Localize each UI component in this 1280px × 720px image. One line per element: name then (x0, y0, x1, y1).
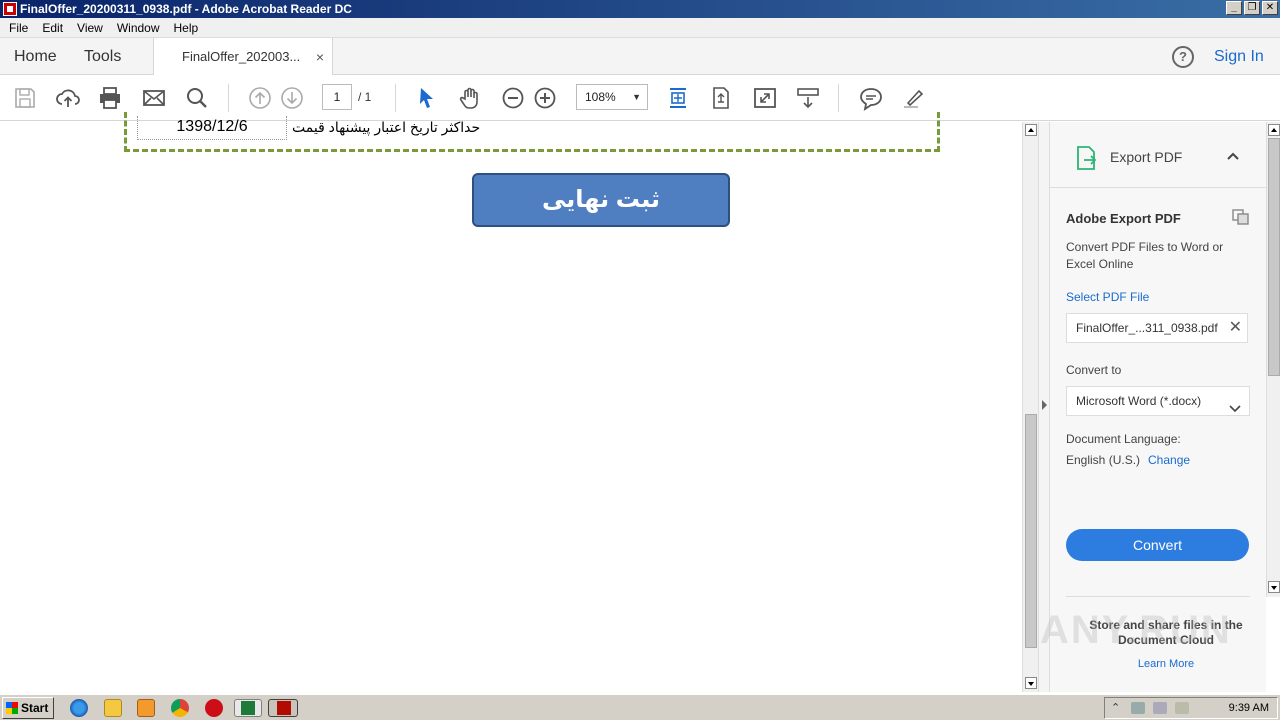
opera-icon[interactable] (205, 699, 223, 717)
upload-cloud-icon[interactable] (55, 85, 81, 111)
panel-scroll-thumb[interactable] (1268, 138, 1280, 376)
export-description: Convert PDF Files to Word or Excel Onlin… (1066, 240, 1224, 271)
excel-taskbar-button[interactable] (234, 699, 262, 717)
zoom-in-icon[interactable] (532, 85, 558, 111)
menu-help[interactable]: Help (167, 21, 206, 35)
email-icon[interactable] (141, 85, 167, 111)
tab-bar: Home Tools FinalOffer_202003... × ? Sign… (0, 38, 1280, 75)
scroll-mode-icon[interactable] (795, 85, 821, 111)
chevron-up-icon[interactable] (1226, 150, 1240, 164)
offer-validity-date-label: حداکثر تاریخ اعتبار پیشنهاد قیمت (292, 119, 481, 135)
media-player-icon[interactable] (137, 699, 155, 717)
page-number-input[interactable]: 1 (322, 84, 352, 110)
tab-document[interactable]: FinalOffer_202003... × (153, 38, 333, 75)
next-page-icon[interactable] (279, 85, 305, 111)
adobe-export-pdf-title: Adobe Export PDF (1066, 211, 1181, 226)
menu-edit[interactable]: Edit (35, 21, 70, 35)
title-bar: FinalOffer_20200311_0938.pdf - Adobe Acr… (0, 0, 1280, 18)
sign-in-link[interactable]: Sign In (1214, 38, 1264, 75)
system-tray: ⌃ 9:39 AM (1104, 697, 1278, 719)
close-tab-icon[interactable]: × (316, 49, 324, 65)
close-window-button[interactable]: ✕ (1262, 1, 1278, 15)
selected-file-name: FinalOffer_...311_0938.pdf (1076, 321, 1218, 335)
clock: 9:39 AM (1228, 702, 1269, 714)
document-language-label: Document Language: (1066, 432, 1181, 446)
zoom-dropdown-icon: ▼ (632, 92, 641, 102)
menu-view[interactable]: View (70, 21, 110, 35)
copy-icon[interactable] (1232, 209, 1250, 228)
export-pdf-icon (1076, 146, 1098, 173)
select-pdf-file-link[interactable]: Select PDF File (1066, 290, 1149, 304)
highlight-pen-icon[interactable] (900, 85, 926, 111)
convert-to-label: Convert to (1066, 363, 1122, 377)
panel-scroll-down-button[interactable] (1268, 581, 1280, 593)
acrobat-taskbar-button[interactable] (268, 699, 298, 717)
hand-tool-icon[interactable] (457, 85, 483, 111)
tab-home[interactable]: Home (14, 38, 57, 75)
restore-button[interactable]: ❐ (1244, 1, 1260, 15)
excel-icon (241, 701, 255, 715)
right-panel-toggle[interactable] (1038, 122, 1050, 692)
menu-file[interactable]: File (2, 21, 35, 35)
acrobat-icon (277, 701, 291, 715)
help-icon[interactable]: ? (1172, 46, 1194, 68)
rotate-page-icon[interactable] (708, 85, 734, 111)
chevron-down-icon (1229, 395, 1241, 423)
panel-scroll-up-button[interactable] (1268, 124, 1280, 136)
convert-button[interactable]: Convert (1066, 529, 1249, 561)
final-submit-button[interactable]: ثبت نهایی (472, 173, 730, 227)
window-controls: _ ❐ ✕ (1226, 1, 1278, 15)
window-title: FinalOffer_20200311_0938.pdf - Adobe Acr… (20, 2, 352, 16)
save-icon[interactable] (12, 85, 38, 111)
toolbar-separator (838, 84, 839, 112)
scroll-up-button[interactable] (1025, 124, 1037, 136)
search-icon[interactable] (184, 85, 210, 111)
tab-tools[interactable]: Tools (84, 38, 121, 75)
document-scroll-thumb[interactable] (1025, 414, 1037, 648)
start-button[interactable]: Start (2, 697, 54, 719)
panel-divider (1066, 596, 1250, 597)
chrome-icon[interactable] (171, 699, 189, 717)
clear-file-icon[interactable]: ✕ (1229, 314, 1242, 342)
export-pdf-title: Export PDF (1110, 149, 1183, 165)
panel-scrollbar[interactable] (1266, 122, 1280, 597)
page-total: / 1 (358, 90, 372, 104)
tab-document-label: FinalOffer_202003... (182, 49, 301, 64)
comment-icon[interactable] (858, 85, 884, 111)
zoom-level-value: 108% (585, 90, 616, 104)
folder-icon[interactable] (104, 699, 122, 717)
scroll-down-button[interactable] (1025, 677, 1037, 689)
previous-page-icon[interactable] (247, 85, 273, 111)
acrobat-app-icon (3, 2, 17, 16)
internet-explorer-icon[interactable] (70, 699, 88, 717)
menu-window[interactable]: Window (110, 21, 167, 35)
document-language-value: English (U.S.) (1066, 453, 1141, 467)
menu-bar: File Edit View Window Help (0, 18, 1280, 38)
print-icon[interactable] (97, 85, 123, 111)
learn-more-link[interactable]: Learn More (1066, 658, 1266, 670)
offer-validity-date-field[interactable]: 1398/12/6 (137, 116, 287, 140)
selected-file-field[interactable]: FinalOffer_...311_0938.pdf ✕ (1066, 313, 1248, 343)
toolbar-separator (228, 84, 229, 112)
select-cursor-icon[interactable] (414, 85, 440, 111)
convert-format-select[interactable]: Microsoft Word (*.docx) (1066, 386, 1250, 416)
collapse-arrow-icon (1042, 400, 1047, 410)
taskbar: Start ⌃ 9:39 AM (0, 694, 1280, 720)
volume-icon[interactable] (1153, 702, 1167, 714)
action-center-flag-icon[interactable] (1175, 702, 1189, 714)
toolbar-separator (395, 84, 396, 112)
zoom-out-icon[interactable] (500, 85, 526, 111)
anyrun-watermark-logo: ANY.RUN (1040, 608, 1232, 652)
change-language-link[interactable]: Change (1148, 453, 1190, 467)
document-scrollbar[interactable] (1022, 122, 1038, 692)
full-screen-icon[interactable] (752, 85, 778, 111)
convert-format-value: Microsoft Word (*.docx) (1076, 394, 1202, 408)
network-icon[interactable] (1131, 702, 1145, 714)
export-pdf-header[interactable]: Export PDF (1050, 122, 1266, 188)
zoom-level-select[interactable]: 108% ▼ (576, 84, 648, 110)
fit-page-icon[interactable] (665, 85, 691, 111)
tray-expand-icon[interactable]: ⌃ (1111, 702, 1125, 714)
export-pdf-panel: Export PDF Adobe Export PDF Convert PDF … (1050, 122, 1266, 692)
minimize-button[interactable]: _ (1226, 1, 1242, 15)
